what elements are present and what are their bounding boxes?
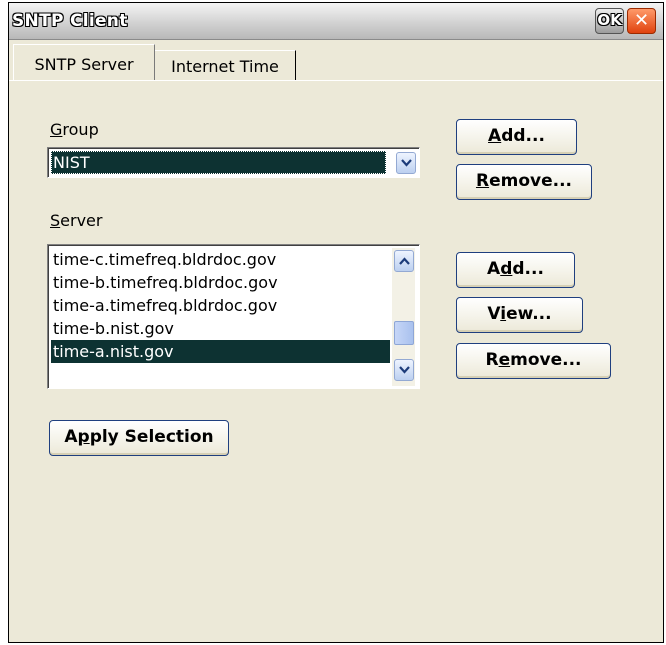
server-listbox[interactable]: time-c.timefreq.bldrdoc.gov time-b.timef… [47, 244, 420, 389]
server-view-button[interactable]: View... [456, 297, 583, 333]
ok-button[interactable]: OK [595, 8, 624, 34]
close-button[interactable]: ✕ [627, 8, 656, 34]
chevron-up-icon [399, 257, 410, 265]
server-list-item[interactable]: time-c.timefreq.bldrdoc.gov [51, 248, 390, 271]
tab-internet-time[interactable]: Internet Time [154, 50, 296, 80]
scrollbar-thumb[interactable] [394, 321, 414, 345]
server-list-item[interactable]: time-a.timefreq.bldrdoc.gov [51, 294, 390, 317]
server-add-button[interactable]: Add... [456, 252, 575, 288]
scroll-down-button[interactable] [394, 359, 414, 381]
group-combobox[interactable]: NIST [47, 147, 420, 178]
server-list-item-selected[interactable]: time-a.nist.gov [51, 340, 390, 363]
apply-selection-button[interactable]: Apply Selection [49, 420, 229, 456]
server-list-item[interactable]: time-b.nist.gov [51, 317, 390, 340]
server-list-item[interactable]: time-b.timefreq.bldrdoc.gov [51, 271, 390, 294]
close-icon: ✕ [633, 10, 650, 31]
title-bar: SNTP Client OK ✕ [9, 3, 663, 40]
group-dropdown-button[interactable] [396, 152, 416, 174]
server-label: Server [50, 211, 103, 230]
chevron-down-icon [401, 159, 412, 167]
group-remove-button[interactable]: Remove... [456, 164, 592, 200]
sntp-client-window: SNTP Client OK ✕ SNTP Server Internet Ti… [8, 2, 664, 643]
group-add-button[interactable]: Add... [456, 119, 577, 155]
window-title: SNTP Client [12, 11, 128, 31]
server-remove-button[interactable]: Remove... [456, 343, 611, 379]
scroll-up-button[interactable] [394, 250, 414, 272]
group-label: Group [50, 120, 99, 139]
group-selected-value: NIST [51, 151, 386, 174]
tab-sntp-server[interactable]: SNTP Server [13, 44, 155, 80]
server-list-scrollbar[interactable] [392, 248, 415, 386]
chevron-down-icon [399, 366, 410, 374]
